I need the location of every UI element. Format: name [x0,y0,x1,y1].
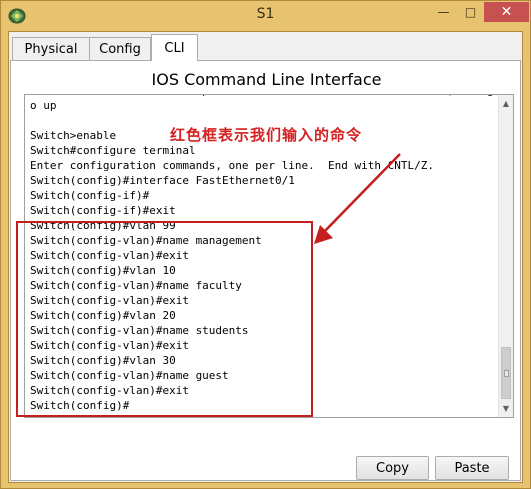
console-line: Enter configuration commands, one per li… [30,159,434,172]
maximize-button[interactable]: □ [457,2,484,22]
tab-cli[interactable]: CLI [151,34,198,61]
tab-config[interactable]: Config [89,37,151,60]
minimize-button[interactable]: — [430,2,457,22]
tab-physical[interactable]: Physical [12,37,90,60]
close-button[interactable]: ✕ [484,2,529,22]
console-line: Switch(config-if)# [30,189,150,202]
paste-button[interactable]: Paste [435,456,509,480]
console-line: Switch#configure terminal [30,144,196,157]
panel-title: IOS Command Line Interface [151,70,382,89]
console-line: Switch(config-if)#exit [30,204,176,217]
annotation-label: 红色框表示我们输入的命令 [170,126,363,144]
console-line: o up [30,99,57,112]
scroll-up-arrow-icon[interactable]: ▲ [499,96,513,111]
scroll-thumb[interactable] [501,347,511,399]
title-bar[interactable]: S1 — □ ✕ [1,1,530,31]
scroll-grip-icon [504,370,509,377]
console-line: %LINEPROTO-5-UPDOWN: Line protocol on In… [30,95,495,98]
copy-button[interactable]: Copy [356,456,429,480]
console-line: Switch(config)#interface FastEthernet0/1 [30,174,295,187]
highlight-box [16,221,313,417]
scroll-down-arrow-icon[interactable]: ▼ [499,401,513,416]
console-scrollbar[interactable]: ▲ ▼ [498,95,513,417]
annotation-arrow-icon [314,153,401,244]
